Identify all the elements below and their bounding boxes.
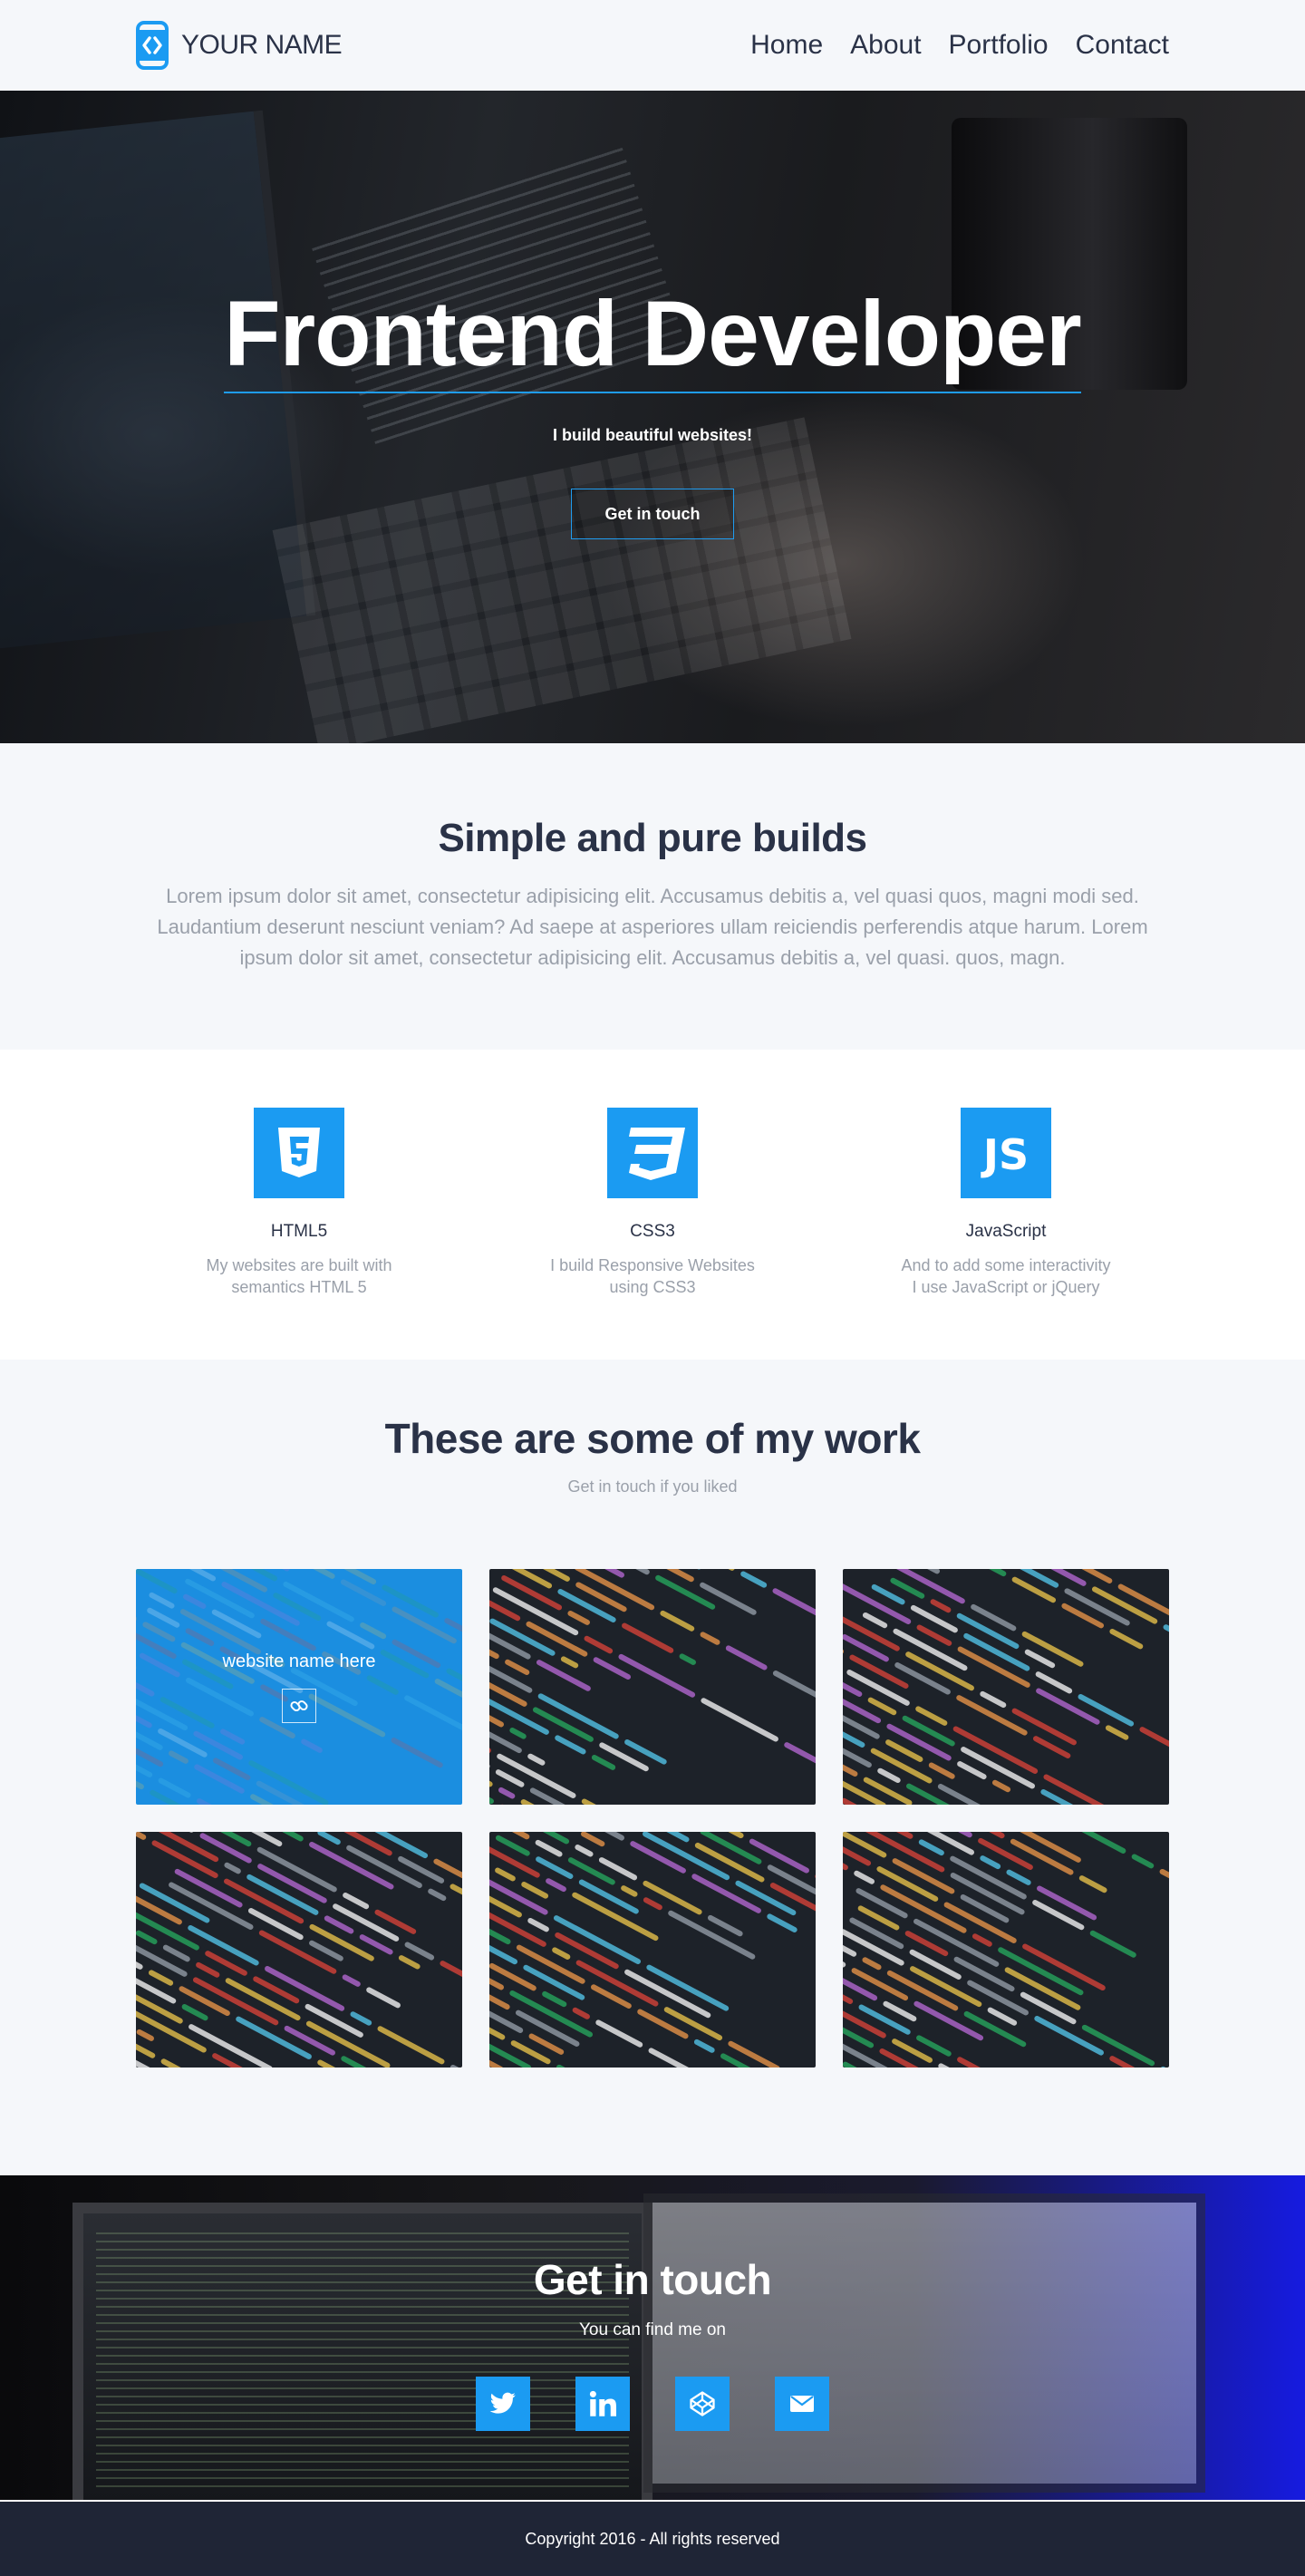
- hero-content: Frontend Developer I build beautiful web…: [0, 91, 1305, 743]
- portfolio-item[interactable]: [843, 1832, 1169, 2068]
- contact-title: Get in touch: [533, 2256, 772, 2303]
- brand[interactable]: YOUR NAME: [136, 21, 343, 70]
- portfolio-item[interactable]: [843, 1569, 1169, 1805]
- skill-title: CSS3: [630, 1222, 675, 1241]
- email-icon[interactable]: [775, 2377, 829, 2431]
- hero-title: Frontend Developer: [224, 285, 1082, 394]
- intro-section: Simple and pure builds Lorem ipsum dolor…: [0, 743, 1305, 1050]
- nav-link-home[interactable]: Home: [750, 30, 823, 61]
- skill-description: I build Responsive Websites using CSS3: [550, 1256, 755, 1296]
- skill-description: And to add some interactivity I use Java…: [901, 1256, 1111, 1296]
- nav-link-portfolio[interactable]: Portfolio: [949, 30, 1049, 61]
- skill-css3: CSS3 I build Responsive Websites using C…: [476, 1108, 829, 1360]
- javascript-icon: JS: [961, 1108, 1051, 1198]
- copyright-text: Copyright 2016 - All rights reserved: [525, 2529, 780, 2548]
- twitter-icon[interactable]: [476, 2377, 530, 2431]
- skills-section: HTML5 My websites are built with semanti…: [0, 1050, 1305, 1360]
- footer: Copyright 2016 - All rights reserved: [0, 2500, 1305, 2576]
- intro-text: Lorem ipsum dolor sit amet, consectetur …: [157, 885, 1148, 969]
- linkedin-icon[interactable]: [575, 2377, 630, 2431]
- svg-text:JS: JS: [981, 1130, 1029, 1178]
- social-links: [476, 2377, 829, 2431]
- portfolio-subtitle: Get in touch if you liked: [567, 1477, 738, 1496]
- skill-javascript: JS JavaScript And to add some interactiv…: [829, 1108, 1183, 1360]
- portfolio-section: These are some of my work Get in touch i…: [0, 1360, 1305, 2175]
- html5-icon: [254, 1108, 344, 1198]
- css3-icon: [607, 1108, 698, 1198]
- contact-section: Get in touch You can find me on: [0, 2175, 1305, 2500]
- brand-name: YOUR NAME: [181, 30, 343, 60]
- portfolio-item[interactable]: website name here: [136, 1569, 462, 1805]
- link-icon[interactable]: [282, 1688, 316, 1723]
- contact-subtitle: You can find me on: [579, 2320, 726, 2339]
- portfolio-item[interactable]: [489, 1832, 816, 2068]
- code-texture: [489, 1569, 816, 1805]
- portfolio-item[interactable]: [489, 1569, 816, 1805]
- contact-content: Get in touch You can find me on: [0, 2175, 1305, 2500]
- nav-link-contact[interactable]: Contact: [1076, 30, 1169, 61]
- skill-description: My websites are built with semantics HTM…: [206, 1256, 392, 1296]
- code-texture: [489, 1832, 816, 2068]
- get-in-touch-button[interactable]: Get in touch: [571, 489, 734, 540]
- codepen-icon[interactable]: [675, 2377, 730, 2431]
- portfolio-item-overlay: website name here: [136, 1569, 462, 1805]
- main-menu: Home About Portfolio Contact: [750, 30, 1169, 61]
- portfolio-item-title: website name here: [222, 1651, 376, 1671]
- hero-subtitle: I build beautiful websites!: [552, 426, 753, 445]
- portfolio-grid: website name here: [136, 1569, 1169, 2068]
- code-texture: [843, 1569, 1169, 1805]
- portfolio-item[interactable]: [136, 1832, 462, 2068]
- portfolio-title: These are some of my work: [384, 1415, 921, 1462]
- skill-title: JavaScript: [965, 1222, 1047, 1241]
- code-texture: [136, 1832, 462, 2068]
- skill-html5: HTML5 My websites are built with semanti…: [122, 1108, 476, 1360]
- hero-section: Frontend Developer I build beautiful web…: [0, 91, 1305, 743]
- skill-title: HTML5: [270, 1222, 328, 1241]
- navbar: YOUR NAME Home About Portfolio Contact: [0, 0, 1305, 91]
- nav-link-about[interactable]: About: [850, 30, 921, 61]
- code-texture: [843, 1832, 1169, 2068]
- code-bracket-logo-icon: [136, 21, 169, 70]
- intro-title: Simple and pure builds: [438, 816, 867, 860]
